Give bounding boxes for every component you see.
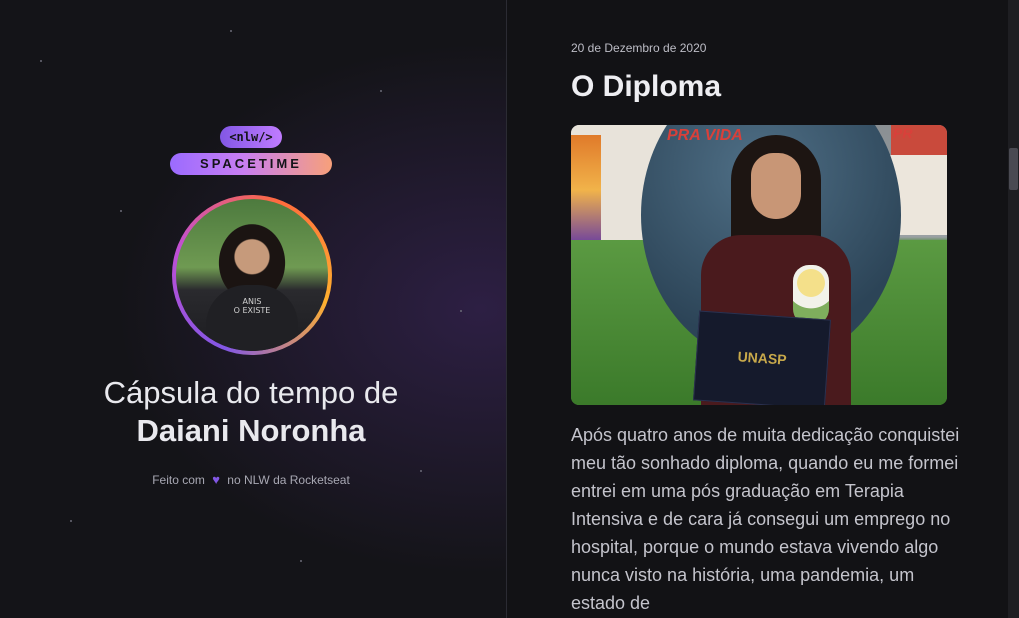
headline-prefix: Cápsula do tempo de (103, 375, 399, 410)
heart-icon: ♥ (212, 472, 220, 487)
star-decoration (70, 520, 72, 522)
avatar-shirt-text: ANIS O EXISTE (206, 285, 298, 351)
star-decoration (300, 560, 302, 562)
memory-title: O Diploma (571, 70, 722, 103)
memory-photo: PRA VIDA PR UNASP (571, 125, 947, 405)
nlw-spacetime-logo: <nlw/> SPACETIME (170, 126, 332, 176)
logo-tag: <nlw/> (220, 126, 282, 148)
avatar: ANIS O EXISTE (172, 195, 332, 355)
sidebar-panel: <nlw/> SPACETIME ANIS O EXISTE Cápsula d… (0, 0, 507, 618)
page-headline: Cápsula do tempo de Daiani Noronha (0, 374, 502, 450)
star-decoration (230, 30, 232, 32)
footer-suffix: no NLW da Rocketseat (227, 473, 350, 487)
star-decoration (120, 210, 122, 212)
star-decoration (380, 90, 382, 92)
memory-panel: 20 de Dezembro de 2020 O Diploma PRA VID… (508, 0, 1008, 618)
star-decoration (40, 60, 42, 62)
star-decoration (460, 310, 462, 312)
photo-mural (571, 135, 601, 245)
balloon-text: PR (893, 125, 913, 141)
footer-prefix: Feito com (152, 473, 205, 487)
footer-credit: Feito com ♥ no NLW da Rocketseat (0, 472, 502, 487)
photo-face (751, 153, 801, 219)
memory-date: 20 de Dezembro de 2020 (571, 41, 707, 55)
photo-flowers (793, 265, 829, 325)
photo-diploma: UNASP (693, 310, 831, 405)
headline-name: Daiani Noronha (136, 413, 366, 448)
memory-body: Após quatro anos de muita dedicação conq… (571, 425, 960, 613)
scrollbar[interactable] (1008, 0, 1019, 618)
scrollbar-thumb[interactable] (1009, 148, 1018, 190)
logo-word: SPACETIME (170, 153, 332, 175)
avatar-photo: ANIS O EXISTE (176, 199, 328, 351)
